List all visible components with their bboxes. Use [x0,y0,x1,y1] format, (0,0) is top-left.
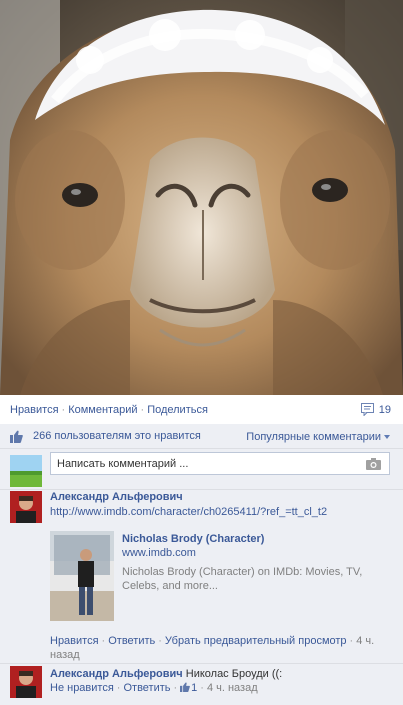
separator: · [61,404,66,416]
thumbs-up-icon [180,682,191,692]
post-actions: Нравится · Комментарий · Поделиться [10,404,208,416]
likes-summary-row: 266 пользователям это нравится Популярны… [0,424,403,449]
popular-comments-dropdown[interactable]: Популярные комментарии [246,431,390,443]
preview-image [50,531,114,621]
comment-input[interactable]: Написать комментарий ... [50,452,390,475]
comment-body: Александр Альферович Николас Броуди ((: [50,668,282,680]
comment-item: Александр Альферович http://www.imdb.com… [0,490,403,664]
camera-icon[interactable] [366,458,381,470]
comment-author-link[interactable]: Александр Альферович [50,668,183,680]
separator: · [173,682,178,694]
comment-input-placeholder: Написать комментарий ... [57,458,189,470]
comment-count: 19 [378,403,391,416]
comment-unlike-link[interactable]: Не нравится [50,682,114,694]
avatar-image [10,455,42,487]
comment-likes-number: 1 [191,682,198,694]
comment-link[interactable]: Комментарий [68,404,137,416]
like-link[interactable]: Нравится [10,404,59,416]
comment-item: Александр Альферович Николас Броуди ((: … [0,665,403,705]
separator: · [101,635,106,647]
avatar-image [10,666,42,698]
comment-meta: Не нравится · Ответить · 1 · 4 ч. назад [50,682,258,694]
preview-thumbnail[interactable] [50,531,114,621]
separator: · [116,682,121,694]
remove-preview-link[interactable]: Убрать предварительный просмотр [165,635,347,647]
separator: · [158,635,162,647]
commenter-avatar[interactable] [10,666,42,698]
avatar-image [10,491,42,523]
likes-count-text[interactable]: 266 пользователям это нравится [33,430,201,442]
comment-like-link[interactable]: Нравится [50,635,99,647]
comment-count-link[interactable]: 19 [360,403,391,416]
comment-bubble-icon [360,403,374,416]
comment-composer: Написать комментарий ... [0,449,403,490]
popular-comments-label: Популярные комментарии [246,431,381,443]
post-photo[interactable] [0,0,403,395]
separator: · [140,404,145,416]
current-user-avatar[interactable] [10,455,42,487]
preview-domain-link[interactable]: www.imdb.com [122,547,196,559]
comment-header: Александр Альферович [50,491,183,503]
separator: · [349,635,354,647]
comments-section: 266 пользователям это нравится Популярны… [0,424,403,705]
comment-reply-link[interactable]: Ответить [108,635,155,647]
comment-url-link[interactable]: http://www.imdb.com/character/ch0265411/… [50,506,327,518]
comment-author-link[interactable]: Александр Альферович [50,491,183,503]
comment-reply-link[interactable]: Ответить [123,682,170,694]
separator: · [200,682,204,694]
comment-text: Николас Броуди ((: [185,668,283,680]
preview-title-link[interactable]: Nicholas Brody (Character) [122,533,264,545]
post-action-bar: Нравится · Комментарий · Поделиться 19 [0,395,403,424]
thumbs-up-icon [10,430,23,443]
comment-timestamp[interactable]: 4 ч. назад [207,682,258,694]
share-link[interactable]: Поделиться [147,404,208,416]
camel-photo [0,0,403,395]
comment-meta: Нравится · Ответить · Убрать предварительный… [50,634,390,662]
link-preview[interactable]: Nicholas Brody (Character) www.imdb.com … [50,531,362,623]
comment-likes-count[interactable]: 1 [180,682,197,694]
chevron-down-icon [384,435,390,439]
commenter-avatar[interactable] [10,491,42,523]
preview-description: Nicholas Brody (Character) on IMDb: Movi… [122,566,363,592]
